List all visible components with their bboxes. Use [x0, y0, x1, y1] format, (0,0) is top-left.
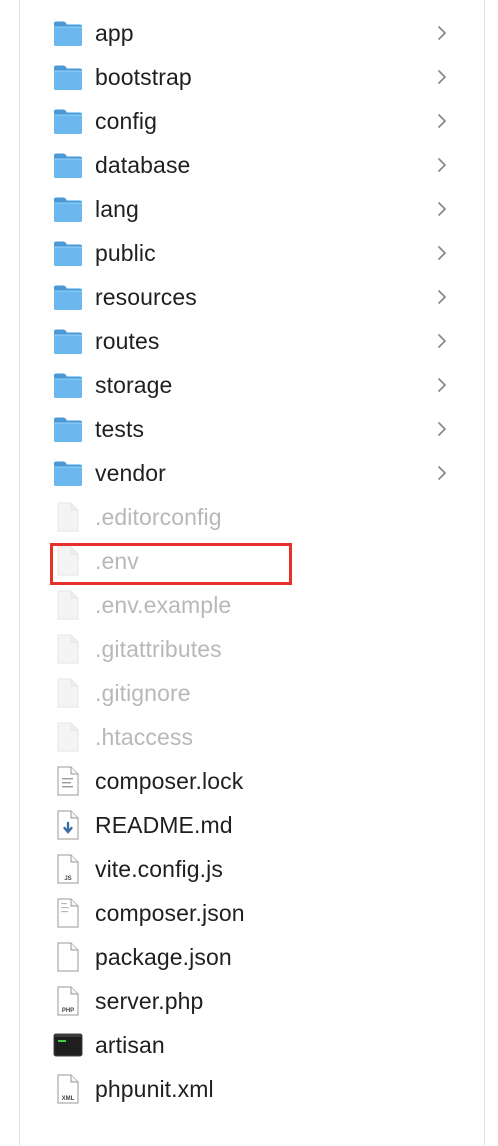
folder-icon	[52, 413, 84, 445]
folder-row-routes[interactable]: routes	[20, 319, 484, 363]
chevron-right-icon	[436, 333, 448, 349]
file-name: .editorconfig	[95, 504, 222, 530]
folder-row-database[interactable]: database	[20, 143, 484, 187]
file-row-dot-env-example[interactable]: .env.example	[20, 583, 484, 627]
folder-row-resources[interactable]: resources	[20, 275, 484, 319]
file-name: server.php	[95, 988, 204, 1014]
file-row-dot-htaccess[interactable]: .htaccess	[20, 715, 484, 759]
svg-text:JS: JS	[64, 876, 71, 882]
folder-name: routes	[95, 328, 160, 354]
xml-document-icon: XML	[52, 1073, 84, 1105]
file-name: composer.lock	[95, 768, 244, 794]
svg-text:PHP: PHP	[62, 1008, 74, 1014]
folder-name: database	[95, 152, 191, 178]
file-name: README.md	[95, 812, 233, 838]
file-name: .gitattributes	[95, 636, 222, 662]
chevron-right-icon	[436, 245, 448, 261]
file-name: .gitignore	[95, 680, 191, 706]
file-row-server-php[interactable]: PHP server.php	[20, 979, 484, 1023]
chevron-right-icon	[436, 377, 448, 393]
folder-icon	[52, 61, 84, 93]
file-row-package-json[interactable]: package.json	[20, 935, 484, 979]
blank-document-icon	[52, 501, 84, 533]
folder-name: bootstrap	[95, 64, 192, 90]
blank-document-icon	[52, 941, 84, 973]
folder-row-app[interactable]: app	[20, 11, 484, 55]
file-row-artisan[interactable]: artisan	[20, 1023, 484, 1067]
folder-row-bootstrap[interactable]: bootstrap	[20, 55, 484, 99]
file-name: composer.json	[95, 900, 245, 926]
file-name: .env.example	[95, 592, 232, 618]
folder-name: vendor	[95, 460, 166, 486]
folder-name: resources	[95, 284, 197, 310]
folder-row-vendor[interactable]: vendor	[20, 451, 484, 495]
folder-icon	[52, 17, 84, 49]
chevron-right-icon	[436, 201, 448, 217]
blank-document-icon	[52, 545, 84, 577]
chevron-right-icon	[436, 289, 448, 305]
folder-icon	[52, 193, 84, 225]
file-row-vite-config-js[interactable]: JS vite.config.js	[20, 847, 484, 891]
svg-text:XML: XML	[62, 1096, 75, 1102]
terminal-executable-icon	[52, 1029, 84, 1061]
blank-document-icon	[52, 677, 84, 709]
folder-icon	[52, 325, 84, 357]
folder-icon	[52, 457, 84, 489]
file-name: package.json	[95, 944, 232, 970]
file-row-composer-lock[interactable]: composer.lock	[20, 759, 484, 803]
file-row-dot-env[interactable]: .env	[20, 539, 484, 583]
folder-icon	[52, 149, 84, 181]
file-name: phpunit.xml	[95, 1076, 214, 1102]
chevron-right-icon	[436, 25, 448, 41]
chevron-right-icon	[436, 465, 448, 481]
blank-document-icon	[52, 721, 84, 753]
folder-icon	[52, 281, 84, 313]
file-row-readme-md[interactable]: README.md	[20, 803, 484, 847]
folder-icon	[52, 237, 84, 269]
js-document-icon: JS	[52, 853, 84, 885]
folder-row-tests[interactable]: tests	[20, 407, 484, 451]
file-name: vite.config.js	[95, 856, 223, 882]
file-name: .env	[95, 548, 139, 574]
folder-name: tests	[95, 416, 145, 442]
file-row-phpunit-xml[interactable]: XML phpunit.xml	[20, 1067, 484, 1111]
markdown-document-icon	[52, 809, 84, 841]
file-name: .htaccess	[95, 724, 194, 750]
file-row-dot-editorconfig[interactable]: .editorconfig	[20, 495, 484, 539]
folder-name: storage	[95, 372, 173, 398]
finder-column-pane: app bootstrap config database lang public reso…	[19, 0, 485, 1146]
chevron-right-icon	[436, 421, 448, 437]
folder-icon	[52, 105, 84, 137]
blank-document-icon	[52, 633, 84, 665]
json-document-icon	[52, 897, 84, 929]
file-list: app bootstrap config database lang public reso…	[20, 11, 484, 1111]
file-name: artisan	[95, 1032, 165, 1058]
folder-name: lang	[95, 196, 139, 222]
folder-name: public	[95, 240, 156, 266]
text-document-icon	[52, 765, 84, 797]
folder-name: app	[95, 20, 134, 46]
file-row-dot-gitattributes[interactable]: .gitattributes	[20, 627, 484, 671]
file-row-dot-gitignore[interactable]: .gitignore	[20, 671, 484, 715]
chevron-right-icon	[436, 69, 448, 85]
file-row-composer-json[interactable]: composer.json	[20, 891, 484, 935]
chevron-right-icon	[436, 113, 448, 129]
folder-name: config	[95, 108, 157, 134]
folder-row-public[interactable]: public	[20, 231, 484, 275]
folder-row-storage[interactable]: storage	[20, 363, 484, 407]
chevron-right-icon	[436, 157, 448, 173]
folder-row-config[interactable]: config	[20, 99, 484, 143]
php-document-icon: PHP	[52, 985, 84, 1017]
blank-document-icon	[52, 589, 84, 621]
folder-icon	[52, 369, 84, 401]
folder-row-lang[interactable]: lang	[20, 187, 484, 231]
